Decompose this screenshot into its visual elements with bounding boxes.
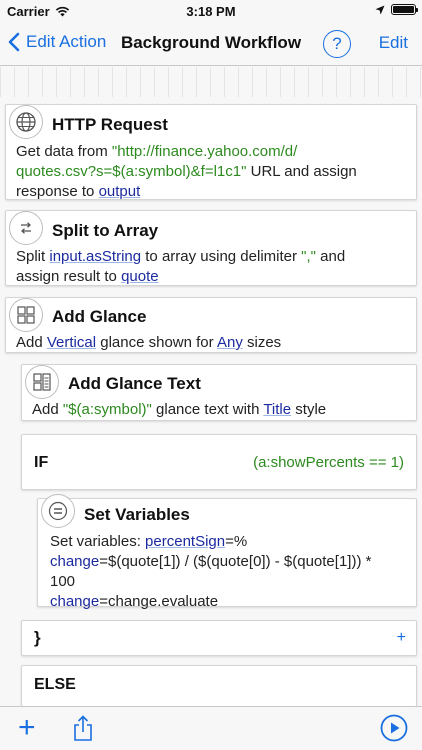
location-arrow-icon <box>375 5 385 14</box>
add-glance-text-card[interactable]: Add Glance Text Add "$(a:symbol)" glance… <box>21 364 417 421</box>
glance-grid-icon <box>9 298 43 332</box>
split-arrows-icon <box>9 211 43 245</box>
if-keyword: IF <box>34 454 49 471</box>
add-glance-card[interactable]: Add Glance Add Vertical glance shown for… <box>5 297 417 353</box>
navigation-bar: Edit Action Background Workflow ? Edit <box>0 22 422 66</box>
add-glance-text-title: Add Glance Text <box>68 374 201 393</box>
desc-text: Add <box>16 334 47 351</box>
status-bar: Carrier 3:18 PM <box>0 0 422 22</box>
back-button[interactable]: Edit Action <box>8 32 106 52</box>
split-to-array-title: Split to Array <box>52 221 159 240</box>
assignment-text: =% <box>225 533 248 550</box>
edit-button[interactable]: Edit <box>379 33 408 53</box>
desc-text: glance shown for <box>96 334 217 351</box>
add-block-button[interactable]: + <box>397 629 406 647</box>
battery-icon <box>391 4 418 15</box>
delimiter-string[interactable]: "," <box>301 248 316 265</box>
split-to-array-description: Split input.asString to array using deli… <box>16 247 411 287</box>
set-variables-icon <box>41 494 75 528</box>
battery-fill <box>393 6 414 13</box>
desc-text: sizes <box>242 334 282 351</box>
if-card[interactable]: IF (a:showPercents == 1) <box>21 434 417 490</box>
else-card[interactable]: ELSE <box>21 665 417 707</box>
desc-text: assign result to <box>16 268 122 285</box>
desc-text: response to <box>16 183 99 200</box>
http-request-card[interactable]: HTTP Request Get data from "http://finan… <box>5 104 417 200</box>
share-button[interactable] <box>72 715 94 747</box>
symbol-string[interactable]: "$(a:symbol)" <box>63 401 152 418</box>
else-keyword: ELSE <box>34 676 76 693</box>
ruler-pattern <box>0 67 422 97</box>
play-icon <box>380 714 408 742</box>
change-variable-2[interactable]: change <box>50 593 99 610</box>
input-variable[interactable]: input.asString <box>49 248 141 265</box>
glance-text-icon <box>25 365 59 399</box>
quote-variable[interactable]: quote <box>121 268 159 285</box>
status-time: 3:18 PM <box>186 4 236 19</box>
run-workflow-button[interactable] <box>380 714 408 742</box>
closing-brace: } <box>34 628 41 647</box>
assignment-text: =change.evaluate <box>99 593 219 610</box>
output-variable[interactable]: output <box>99 183 141 200</box>
end-if-card[interactable]: } + <box>21 620 417 656</box>
title-variable[interactable]: Title <box>263 401 291 418</box>
http-request-title: HTTP Request <box>52 115 168 134</box>
status-right <box>375 4 418 15</box>
desc-text: URL and assign <box>246 163 357 180</box>
add-glance-title: Add Glance <box>52 307 147 326</box>
any-variable[interactable]: Any <box>217 334 243 351</box>
desc-text: Get data from <box>16 143 112 160</box>
back-button-label: Edit Action <box>26 32 107 51</box>
assignment-text: 100 <box>50 573 76 590</box>
help-button[interactable]: ? <box>323 30 351 58</box>
assignment-text: =$(quote[1]) / ($(quote[0]) - $(quote[1]… <box>99 553 372 570</box>
set-variables-description: Set variables: percentSign=% change=$(qu… <box>50 532 412 612</box>
url-string[interactable]: "http://finance.yahoo.com/d/ <box>112 143 297 160</box>
desc-text: and <box>316 248 346 265</box>
add-action-button[interactable]: + <box>18 713 36 743</box>
desc-text: Split <box>16 248 50 265</box>
bottom-toolbar: + <box>0 706 422 750</box>
add-glance-description: Add Vertical glance shown for Any sizes <box>16 333 411 353</box>
desc-text: glance text with <box>151 401 264 418</box>
add-glance-text-description: Add "$(a:symbol)" glance text with Title… <box>32 400 412 420</box>
percent-sign-variable[interactable]: percentSign <box>145 533 225 550</box>
http-request-description: Get data from "http://finance.yahoo.com/… <box>16 142 411 202</box>
workflow-canvas[interactable]: HTTP Request Get data from "http://finan… <box>0 67 422 707</box>
share-icon <box>74 715 92 741</box>
url-string-cont[interactable]: quotes.csv?s=$(a:symbol)&f=l1c1" <box>16 163 246 180</box>
vertical-variable[interactable]: Vertical <box>47 334 96 351</box>
set-variables-title: Set Variables <box>84 505 190 524</box>
change-variable[interactable]: change <box>50 553 99 570</box>
chevron-left-icon <box>8 32 20 52</box>
set-variables-card[interactable]: Set Variables Set variables: percentSign… <box>37 498 417 610</box>
globe-icon <box>9 105 43 139</box>
desc-text: Set variables: <box>50 533 146 550</box>
if-condition[interactable]: (a:showPercents == 1) <box>253 453 404 473</box>
desc-text: style <box>291 401 327 418</box>
desc-text: to array using delimiter <box>141 248 302 265</box>
split-to-array-card[interactable]: Split to Array Split input.asString to a… <box>5 210 417 286</box>
desc-text: Add <box>32 401 63 418</box>
